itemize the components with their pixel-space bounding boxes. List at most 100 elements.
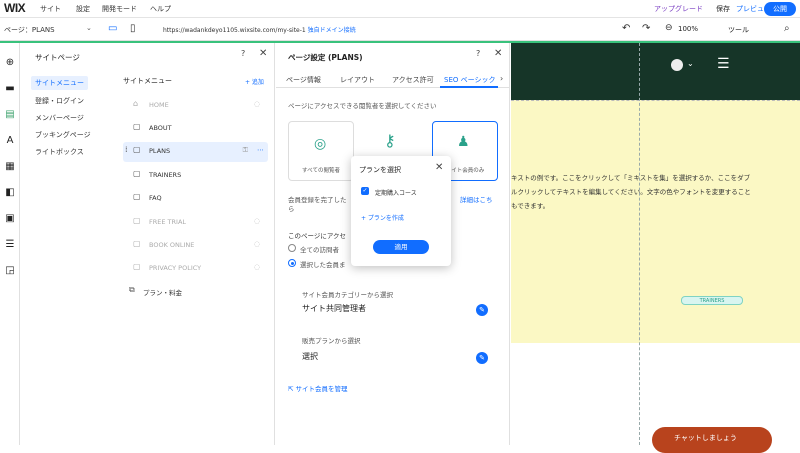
business-icon[interactable]: ◧ bbox=[4, 187, 16, 199]
page-item-book-online[interactable]: ▢ BOOK ONLINE ◌ bbox=[123, 236, 268, 254]
store-icon[interactable]: ◲ bbox=[4, 265, 16, 277]
settings-title: ページ設定 (PLANS) bbox=[288, 53, 363, 62]
chevron-down-icon[interactable]: ⌄ bbox=[86, 24, 92, 32]
active-tab-indicator bbox=[440, 86, 498, 88]
page-selector[interactable]: ページ：PLANS bbox=[4, 25, 55, 35]
site-header[interactable] bbox=[511, 43, 800, 100]
access-heading: このページにアクセ bbox=[288, 232, 347, 240]
permission-prompt: ページにアクセスできる閲覧者を選択してください bbox=[288, 102, 437, 110]
menu-settings[interactable]: 設定 bbox=[76, 4, 90, 14]
sections-icon[interactable]: ▬ bbox=[4, 83, 16, 95]
tab-seo-basics[interactable]: SEO ベーシック bbox=[444, 75, 495, 85]
desktop-view-icon[interactable]: ▭ bbox=[108, 23, 117, 34]
add-page-button[interactable]: + 追加 bbox=[245, 77, 264, 86]
page-item-faq[interactable]: ▢ FAQ bbox=[123, 189, 268, 207]
redo-icon[interactable]: ↷ bbox=[642, 23, 650, 34]
create-plan-link[interactable]: + プランを作成 bbox=[361, 213, 404, 222]
category-lightboxes[interactable]: ライトボックス bbox=[35, 147, 84, 157]
hidden-eye-icon: ◌ bbox=[253, 217, 260, 225]
search-icon[interactable]: ⌕ bbox=[784, 23, 790, 34]
media-icon[interactable]: ▣ bbox=[4, 213, 16, 225]
tab-layout[interactable]: レイアウト bbox=[340, 75, 375, 85]
category-select-label: サイト会員カテゴリーから選択 bbox=[302, 291, 393, 299]
chevron-down-icon[interactable]: ⌄ bbox=[687, 59, 694, 68]
save-button[interactable]: 保存 bbox=[716, 4, 730, 14]
close-icon[interactable]: ✕ bbox=[494, 48, 502, 59]
menu-site[interactable]: サイト bbox=[40, 4, 61, 14]
page-icon: ▢ bbox=[133, 216, 141, 225]
chevron-right-icon[interactable]: › bbox=[500, 74, 503, 83]
connect-domain-link[interactable]: 独自ドメイン接続 bbox=[308, 27, 356, 34]
page-label: HOME bbox=[149, 101, 169, 109]
site-canvas: ⌄ ☰ キストの例です。ここをクリックして「ミキストを集」を選択するか、ここをダ… bbox=[511, 43, 800, 453]
manage-members-link[interactable]: ⇱ サイト会員を管理 bbox=[288, 383, 348, 393]
pages-icon[interactable]: ▤ bbox=[4, 109, 16, 121]
page-icon: ▢ bbox=[133, 192, 141, 201]
tab-page-info[interactable]: ページ情報 bbox=[286, 75, 321, 85]
page-item-plans[interactable]: ⁞ ▢ PLANS ⚿ ⋯ bbox=[123, 142, 268, 162]
wix-logo[interactable]: WIX bbox=[4, 1, 26, 15]
page-item-plans-pricing[interactable]: ⧉ プラン・料金 bbox=[123, 282, 268, 300]
edit-plan-icon[interactable]: ✎ bbox=[476, 352, 488, 364]
add-icon[interactable]: ⊕ bbox=[4, 57, 16, 69]
grid-guide-line bbox=[639, 43, 640, 445]
more-actions-icon[interactable]: ⋯ bbox=[257, 146, 264, 154]
avatar[interactable] bbox=[671, 59, 683, 71]
content-section[interactable] bbox=[511, 100, 800, 343]
undo-icon[interactable]: ↶ bbox=[622, 23, 630, 34]
zoom-level[interactable]: 100% bbox=[678, 25, 698, 33]
mobile-view-icon[interactable]: ▯ bbox=[130, 23, 136, 34]
list-title: サイトメニュー bbox=[123, 77, 172, 85]
zoom-icon[interactable]: ⊖ bbox=[665, 23, 673, 33]
page-label: FAQ bbox=[149, 194, 162, 202]
card-label: すべての閲覧者 bbox=[302, 168, 340, 174]
plan-select-value: 選択 bbox=[302, 352, 318, 361]
cms-icon[interactable]: ☰ bbox=[4, 239, 16, 251]
editor-toolbar: ページ：PLANS ⌄ ▭ ▯ https://wadankdeyo1105.w… bbox=[0, 19, 800, 41]
category-signup-login[interactable]: 登録・ログイン bbox=[35, 96, 84, 106]
radio-all-visitors[interactable] bbox=[288, 244, 296, 252]
apps-icon[interactable]: ▦ bbox=[4, 161, 16, 173]
paragraph-text[interactable]: キストの例です。ここをクリックして「ミキストを集」を選択するか、ここをダブルクリ… bbox=[511, 171, 751, 213]
chat-button[interactable]: チャットしましょう bbox=[652, 427, 772, 453]
design-icon[interactable]: A bbox=[4, 135, 16, 147]
category-site-menu[interactable]: サイトメニュー bbox=[31, 76, 88, 90]
category-member-pages[interactable]: メンバーページ bbox=[35, 113, 84, 123]
page-label: BOOK ONLINE bbox=[149, 241, 195, 249]
upgrade-link[interactable]: アップグレード bbox=[654, 4, 703, 14]
tools-menu[interactable]: ツール bbox=[728, 25, 749, 35]
page-item-privacy-policy[interactable]: ▢ PRIVACY POLICY ◌ bbox=[123, 259, 268, 277]
close-icon[interactable]: ✕ bbox=[435, 162, 443, 173]
category-booking-pages[interactable]: ブッキングページ bbox=[35, 130, 91, 140]
edit-category-icon[interactable]: ✎ bbox=[476, 304, 488, 316]
plan-checkbox[interactable]: ✓ bbox=[361, 187, 369, 195]
close-icon[interactable]: ✕ bbox=[259, 48, 267, 59]
menu-dev-mode[interactable]: 開発モード bbox=[102, 4, 137, 14]
page-icon: ▢ bbox=[133, 145, 141, 154]
select-plan-popup: プランを選択 ✕ ✓ 定期購入コース + プランを作成 適用 bbox=[351, 156, 451, 266]
page-item-home[interactable]: ⌂ HOME ◌ bbox=[123, 96, 268, 114]
page-label: ABOUT bbox=[149, 124, 172, 132]
folder-icon: ⧉ bbox=[129, 285, 135, 294]
plan-option-label: 定期購入コース bbox=[375, 190, 417, 197]
drag-handle-icon[interactable]: ⁞ bbox=[125, 145, 128, 154]
card-everyone[interactable]: ◎ すべての閲覧者 bbox=[288, 121, 354, 181]
radio-selected-members[interactable] bbox=[288, 259, 296, 267]
section-divider bbox=[511, 100, 800, 101]
site-url-text: https://wadankdeyo1105.wixsite.com/my-si… bbox=[163, 27, 306, 34]
page-label: FREE TRIAL bbox=[149, 218, 187, 226]
details-link[interactable]: 詳細はこち bbox=[460, 194, 493, 204]
page-item-trainers[interactable]: ▢ TRAINERS bbox=[123, 166, 268, 184]
tab-permissions[interactable]: アクセス許可 bbox=[392, 75, 434, 85]
menu-help[interactable]: ヘルプ bbox=[150, 4, 171, 14]
apply-button[interactable]: 適用 bbox=[373, 240, 429, 254]
help-icon[interactable]: ? bbox=[476, 49, 480, 58]
hamburger-menu-icon[interactable]: ☰ bbox=[717, 56, 730, 72]
publish-button[interactable]: 公開 bbox=[764, 2, 796, 16]
site-pages-panel: サイトページ ? ✕ サイトメニュー 登録・ログイン メンバーページ ブッキング… bbox=[21, 43, 275, 445]
page-item-about[interactable]: ▢ ABOUT bbox=[123, 119, 268, 137]
page-icon: ▢ bbox=[133, 239, 141, 248]
page-item-free-trial[interactable]: ▢ FREE TRIAL ◌ bbox=[123, 213, 268, 231]
help-icon[interactable]: ? bbox=[241, 49, 245, 58]
trainers-anchor-tag[interactable]: TRAINERS bbox=[681, 296, 743, 305]
